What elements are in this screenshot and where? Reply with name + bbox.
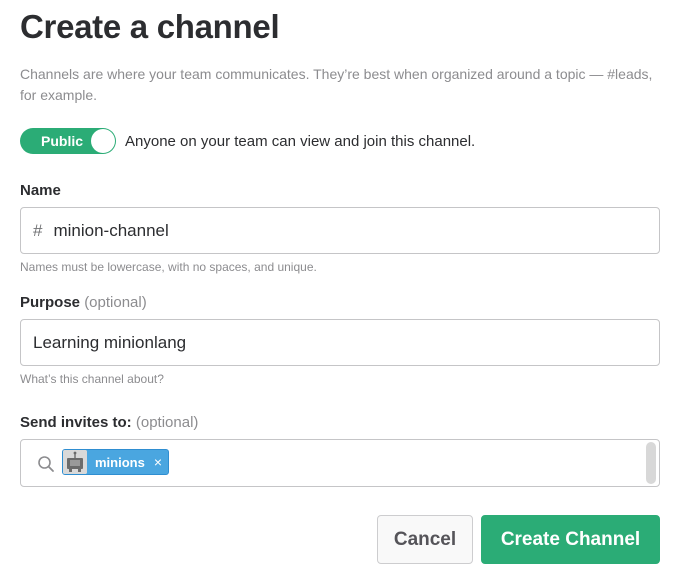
visibility-row: Public Anyone on your team can view and …	[20, 128, 475, 154]
cancel-button[interactable]: Cancel	[377, 515, 473, 564]
name-label-text: Name	[20, 182, 61, 199]
name-input[interactable]: # minion-channel	[20, 207, 660, 254]
purpose-optional-text: (optional)	[84, 294, 147, 311]
invites-optional-text: (optional)	[135, 414, 199, 431]
invites-input[interactable]: minions ×	[20, 439, 660, 487]
visibility-description: Anyone on your team can view and join th…	[125, 132, 476, 150]
purpose-label: Purpose (optional)	[20, 294, 147, 311]
purpose-input[interactable]: Learning minionlang	[20, 319, 660, 366]
public-private-toggle[interactable]: Public	[20, 128, 116, 154]
search-icon	[38, 456, 54, 472]
page-title: Create a channel	[20, 8, 280, 45]
chip-remove-icon[interactable]: ×	[154, 455, 162, 469]
invites-scrollbar[interactable]	[646, 442, 656, 484]
create-channel-button[interactable]: Create Channel	[481, 515, 660, 564]
hash-prefix: #	[33, 220, 43, 240]
purpose-hint: What’s this channel about?	[20, 372, 164, 386]
toggle-label: Public	[41, 133, 84, 149]
purpose-label-text: Purpose	[20, 294, 81, 311]
purpose-input-value[interactable]: Learning minionlang	[33, 333, 186, 353]
invite-chip-minions[interactable]: minions ×	[62, 449, 170, 475]
toggle-knob[interactable]	[91, 129, 115, 153]
invites-label: Send invites to: (optional)	[20, 414, 198, 431]
name-input-value[interactable]: minion-channel	[53, 221, 168, 241]
name-label: Name	[20, 182, 61, 199]
invites-label-text: Send invites to:	[20, 414, 132, 431]
name-hint: Names must be lowercase, with no spaces,…	[20, 260, 317, 274]
minions-avatar	[63, 450, 87, 474]
page-description: Channels are where your team communicate…	[20, 66, 653, 103]
chip-label: minions	[95, 454, 145, 470]
